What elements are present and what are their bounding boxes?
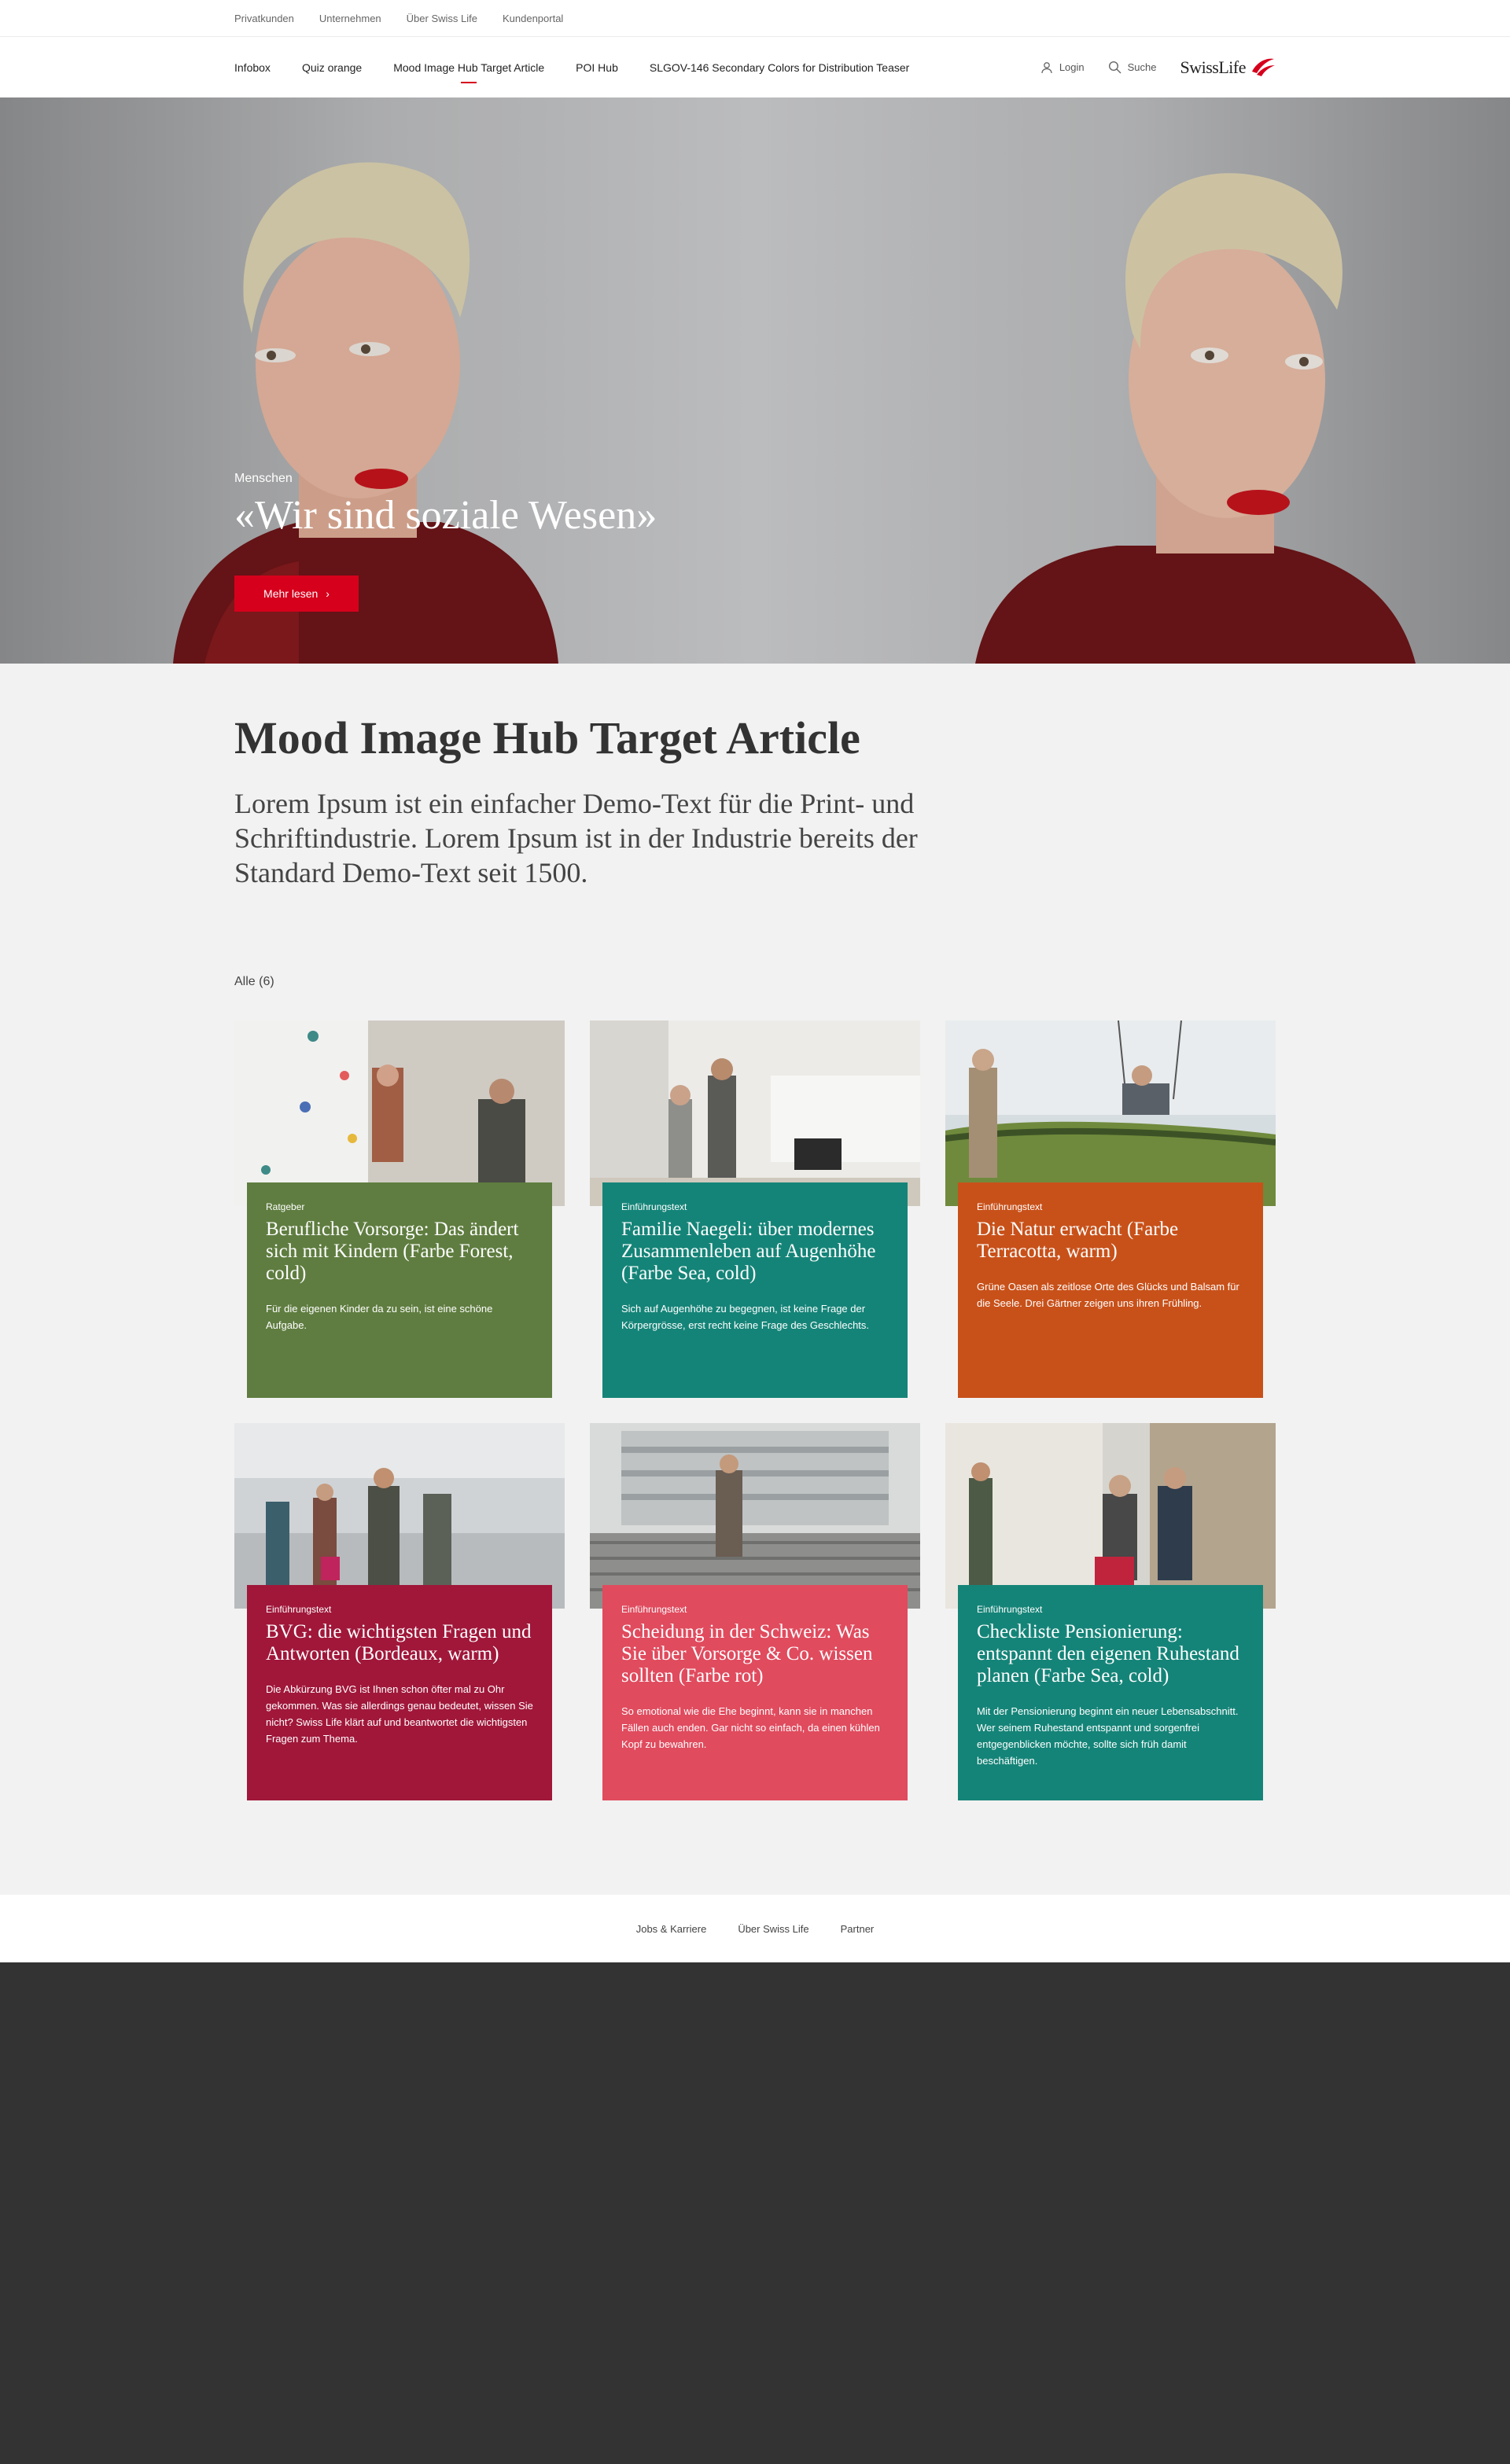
meta-link-unternehmen[interactable]: Unternehmen [319,13,381,24]
card-category: Einführungstext [977,1604,1043,1615]
teaser-card[interactable]: Einführungstext BVG: die wichtigsten Fra… [234,1423,565,1800]
teaser-card[interactable]: Einführungstext Familie Naegeli: über mo… [590,1021,920,1398]
teaser-card[interactable]: Einführungstext Checkliste Pensionierung… [945,1423,1276,1800]
meta-navigation: Privatkunden Unternehmen Über Swiss Life… [0,0,1510,37]
teaser-card[interactable]: Einführungstext Die Natur erwacht (Farbe… [945,1021,1276,1398]
login-label: Login [1059,61,1085,73]
card-image-stairs-building [590,1423,920,1609]
hero-eyebrow: Menschen [234,472,293,485]
card-content: Einführungstext BVG: die wichtigsten Fra… [247,1585,552,1800]
nav-item-slgov-146[interactable]: SLGOV-146 Secondary Colors for Distribut… [650,37,909,97]
card-title: Scheidung in der Schweiz: Was Sie über V… [621,1621,873,1686]
hero-title: «Wir sind soziale Wesen» [234,493,657,538]
card-content: Ratgeber Berufliche Vorsorge: Das ändert… [247,1182,552,1398]
hero-read-more-button[interactable]: Mehr lesen › [234,576,359,612]
card-title: Checkliste Pensionierung: entspannt den … [977,1621,1239,1686]
search-button[interactable]: Suche [1108,61,1157,74]
card-content: Einführungstext Die Natur erwacht (Farbe… [958,1182,1263,1398]
chevron-right-icon: › [326,587,330,600]
nav-item-poi-hub[interactable]: POI Hub [576,37,618,97]
card-category: Ratgeber [266,1201,305,1212]
main-navigation: Infobox Quiz orange Mood Image Hub Targe… [0,37,1510,97]
swisslife-logo[interactable]: SwissLife [1180,56,1276,79]
footer-link-jobs-karriere[interactable]: Jobs & Karriere [636,1923,707,1935]
nav-item-infobox[interactable]: Infobox [234,37,271,97]
card-image-airport-travelers [234,1423,565,1609]
card-content: Einführungstext Familie Naegeli: über mo… [602,1182,908,1398]
teaser-card[interactable]: Ratgeber Berufliche Vorsorge: Das ändert… [234,1021,565,1398]
card-text: So emotional wie die Ehe beginnt, kann s… [621,1705,880,1750]
card-title: Die Natur erwacht (Farbe Terracotta, war… [977,1219,1179,1262]
meta-link-ueber-swiss-life[interactable]: Über Swiss Life [407,13,477,24]
card-image-family-living-room [590,1021,920,1206]
filter-all[interactable]: Alle (6) [234,975,274,989]
card-title: Familie Naegeli: über modernes Zusammenl… [621,1219,876,1284]
footer-link-ueber-swiss-life[interactable]: Über Swiss Life [738,1923,808,1935]
card-image-swing-meadow [945,1021,1276,1206]
hero-banner: Menschen «Wir sind soziale Wesen» Mehr l… [0,97,1510,664]
footer-navigation: Jobs & Karriere Über Swiss Life Partner [0,1895,1510,1962]
card-image-bench-couple [945,1423,1276,1609]
logo-wordmark: SwissLife [1180,57,1247,77]
card-text: Sich auf Augenhöhe zu begegnen, ist kein… [621,1303,870,1331]
hero-cta-label: Mehr lesen [263,587,319,600]
card-category: Einführungstext [266,1604,332,1615]
user-icon [1041,61,1052,73]
card-image-climbing-wall [234,1021,565,1206]
card-text: Für die eigenen Kinder da zu sein, ist e… [266,1303,493,1331]
footer-dark-area [0,1962,1510,2464]
login-button[interactable]: Login [1040,61,1085,74]
hero-image [0,97,1510,664]
search-label: Suche [1127,61,1157,73]
teaser-card[interactable]: Einführungstext Scheidung in der Schweiz… [590,1423,920,1800]
card-content: Einführungstext Checkliste Pensionierung… [958,1585,1263,1800]
card-category: Einführungstext [977,1201,1043,1212]
logo-mark-icon [1252,58,1275,76]
card-text: Grüne Oasen als zeitlose Orte des Glücks… [977,1281,1239,1309]
page-lead: Lorem Ipsum ist ein einfacher Demo-Text … [234,788,918,888]
card-content: Einführungstext Scheidung in der Schweiz… [602,1585,908,1800]
card-category: Einführungstext [621,1604,687,1615]
card-title: BVG: die wichtigsten Fragen und Antworte… [266,1621,532,1664]
meta-link-kundenportal[interactable]: Kundenportal [503,13,563,24]
card-text: Mit der Pensionierung beginnt ein neuer … [977,1705,1239,1767]
card-text: Die Abkürzung BVG ist Ihnen schon öfter … [266,1683,533,1745]
footer-link-partner[interactable]: Partner [841,1923,875,1935]
search-icon [1108,61,1121,74]
card-category: Einführungstext [621,1201,687,1212]
nav-item-mood-image-hub[interactable]: Mood Image Hub Target Article [393,37,544,97]
meta-link-privatkunden[interactable]: Privatkunden [234,13,294,24]
nav-item-quiz-orange[interactable]: Quiz orange [302,37,362,97]
card-title: Berufliche Vorsorge: Das ändert sich mit… [266,1219,519,1284]
page-title: Mood Image Hub Target Article [234,712,860,763]
